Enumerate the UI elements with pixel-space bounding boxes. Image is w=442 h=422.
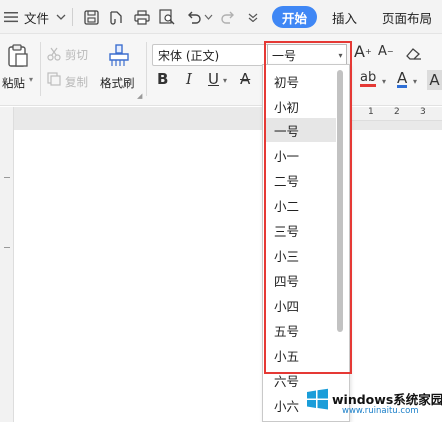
ribbon-divider — [40, 42, 41, 96]
font-name-value: 宋体 (正文) — [158, 48, 220, 63]
print-icon[interactable] — [134, 0, 150, 34]
ruler-number: 3 — [420, 107, 426, 117]
format-painter-icon[interactable] — [108, 44, 130, 71]
shrink-font-label: A — [378, 44, 387, 59]
file-menu-chevron-icon[interactable] — [56, 0, 66, 34]
bold-button[interactable]: B — [157, 70, 168, 88]
grow-font-label: A — [354, 42, 365, 61]
font-name-combo[interactable]: 宋体 (正文) — [152, 44, 270, 66]
menu-divider — [72, 8, 73, 26]
font-color-dropdown-icon[interactable]: ▾ — [413, 77, 417, 86]
file-menu[interactable]: 文件 — [24, 0, 49, 34]
export-pdf-icon[interactable] — [108, 0, 124, 34]
paste-label[interactable]: 粘贴 — [2, 75, 25, 91]
document-page[interactable] — [14, 130, 442, 422]
print-preview-icon[interactable] — [159, 0, 175, 34]
font-color-button[interactable]: A — [397, 69, 408, 88]
highlight-label: ab — [360, 70, 377, 87]
menu-bar: 文件 开始 插入 页面布局 — [0, 0, 442, 34]
ruler-number: 1 — [368, 107, 374, 117]
ruler-number: 2 — [394, 107, 400, 117]
quick-access-more-icon[interactable] — [248, 0, 258, 34]
grow-font-button[interactable]: A + — [354, 42, 372, 61]
clear-format-icon[interactable] — [405, 46, 423, 63]
watermark: windows系统家园 www.ruinaitu.com — [300, 382, 442, 422]
vertical-ruler — [0, 107, 14, 422]
copy-label[interactable]: 复制 — [65, 74, 88, 90]
clipboard-launcher-icon[interactable]: ◢ — [137, 92, 142, 100]
horizontal-ruler: 1 2 3 — [340, 107, 442, 121]
paste-dropdown-icon[interactable]: ▾ — [29, 75, 33, 84]
strikethrough-button[interactable]: A — [240, 70, 250, 88]
cut-icon[interactable] — [47, 47, 61, 64]
windows-logo-icon — [307, 388, 328, 410]
watermark-url: www.ruinaitu.com — [342, 406, 419, 416]
undo-chevron-icon[interactable] — [204, 0, 213, 34]
tab-insert[interactable]: 插入 — [332, 0, 357, 34]
save-icon[interactable] — [84, 0, 99, 34]
highlight-dropdown-icon[interactable]: ▾ — [382, 77, 386, 86]
highlight-annotation-box — [264, 41, 352, 374]
ribbon-divider — [146, 42, 147, 96]
italic-button[interactable]: I — [186, 70, 192, 88]
undo-icon[interactable] — [186, 0, 202, 34]
cut-label[interactable]: 剪切 — [65, 47, 88, 63]
tab-home[interactable]: 开始 — [272, 6, 317, 28]
hamburger-menu-icon[interactable] — [4, 0, 18, 34]
char-shading-button[interactable]: A — [427, 70, 442, 90]
underline-dropdown-icon[interactable]: ▾ — [223, 76, 227, 85]
font-color-label: A — [397, 69, 408, 88]
highlight-button[interactable]: ab — [360, 70, 377, 87]
paste-icon[interactable] — [7, 44, 29, 71]
copy-icon[interactable] — [47, 72, 61, 89]
underline-button[interactable]: U — [208, 70, 219, 88]
shrink-font-button[interactable]: A − — [378, 44, 394, 59]
ribbon-toolbar: 粘贴 ▾ 剪切 复制 格式刷 ◢ 宋体 (正文) B I U ▾ A A + A −… — [0, 34, 442, 106]
tab-page-layout[interactable]: 页面布局 — [382, 0, 432, 34]
format-painter-label[interactable]: 格式刷 — [100, 75, 135, 91]
redo-icon[interactable] — [220, 0, 236, 34]
